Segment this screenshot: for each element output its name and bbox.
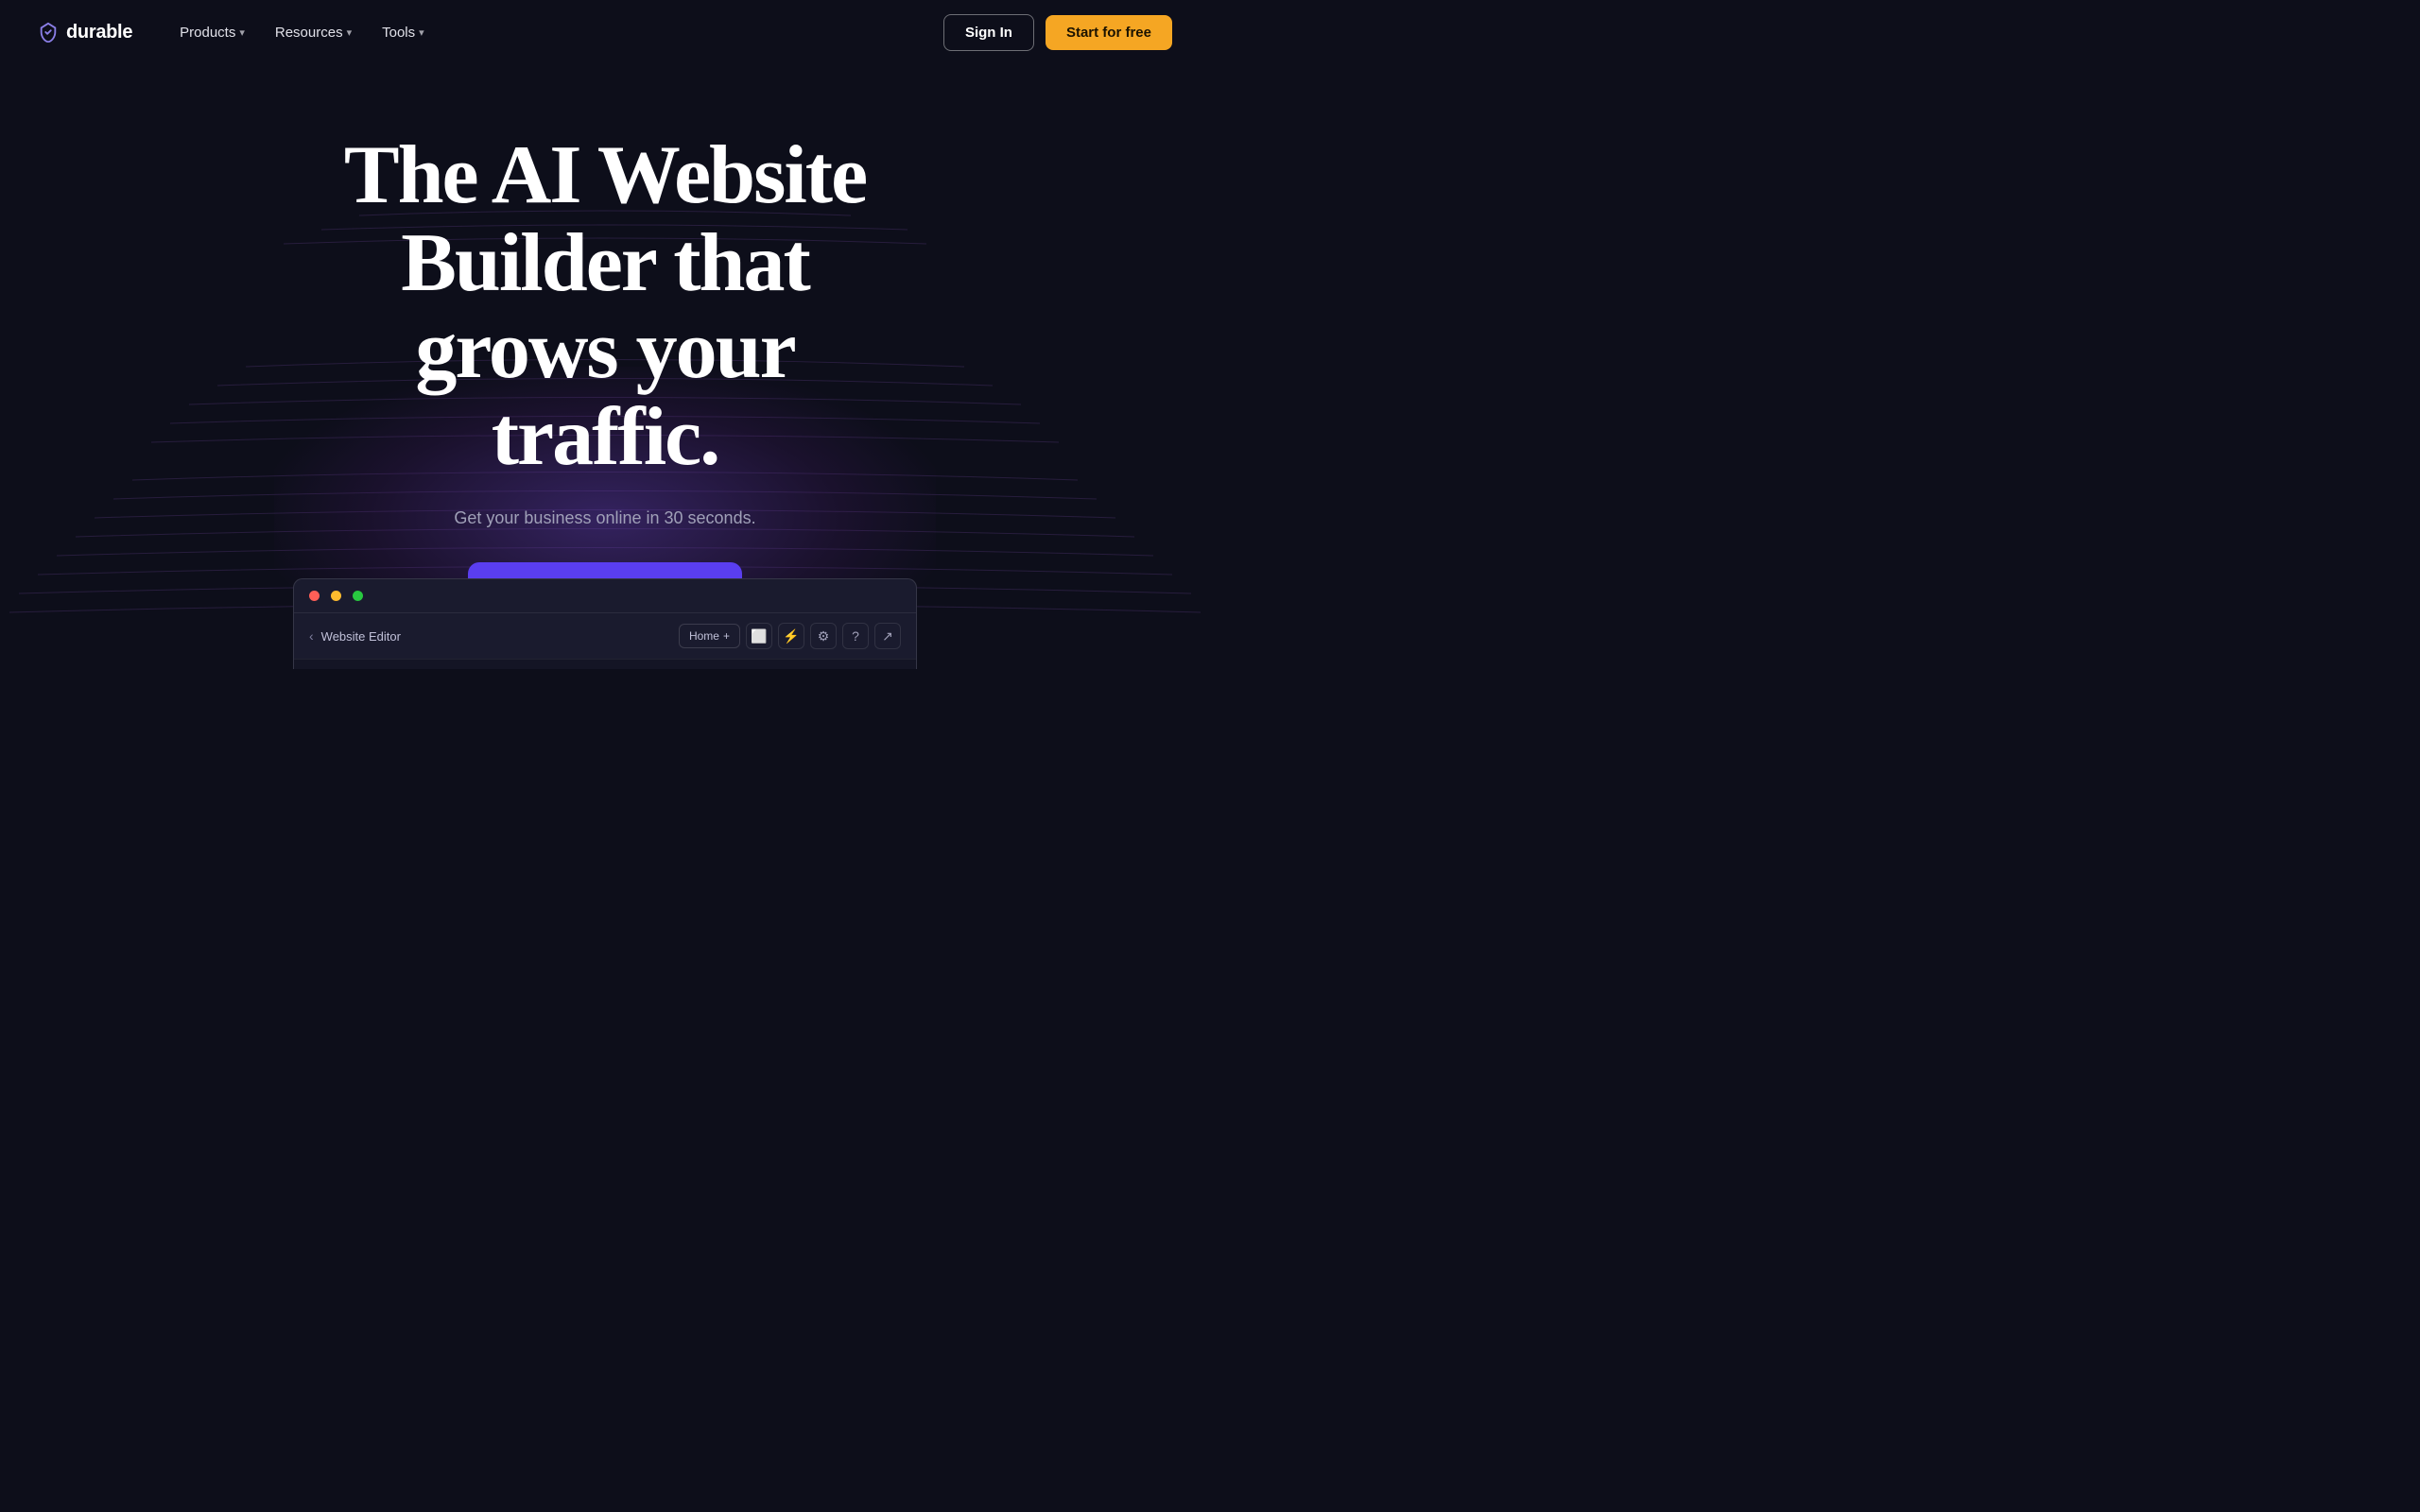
hero-title: The AI Website Builder that grows your t… bbox=[293, 132, 917, 482]
browser-editor-bar: ‹ Website Editor Home + ⬜ ⚡ ⚙ ? ↗ bbox=[294, 613, 916, 659]
products-chevron-icon: ▾ bbox=[239, 26, 245, 39]
start-free-button[interactable]: Start for free bbox=[1046, 15, 1172, 50]
hero-section: The AI Website Builder that grows your t… bbox=[0, 64, 1210, 669]
editor-desktop-icon[interactable]: ⬜ bbox=[746, 623, 772, 649]
logo-icon bbox=[38, 22, 59, 43]
editor-back-icon[interactable]: ‹ bbox=[309, 628, 314, 644]
contact-us-button[interactable]: Contact Us bbox=[809, 669, 897, 670]
hero-content: The AI Website Builder that grows your t… bbox=[293, 132, 917, 620]
browser-maximize-dot bbox=[353, 591, 363, 601]
editor-tab-plus-icon[interactable]: + bbox=[723, 629, 730, 643]
nav-products[interactable]: Products ▾ bbox=[166, 17, 258, 48]
social-icons: Contact Us bbox=[724, 669, 897, 670]
nav-tools[interactable]: Tools ▾ bbox=[369, 17, 438, 48]
editor-title: Website Editor bbox=[321, 629, 401, 644]
logo-text: durable bbox=[66, 22, 132, 43]
browser-minimize-dot bbox=[331, 591, 341, 601]
browser-close-dot bbox=[309, 591, 320, 601]
hero-subtitle: Get your business online in 30 seconds. bbox=[293, 508, 917, 528]
nav-right: Sign In Start for free bbox=[943, 14, 1172, 51]
nav-resources[interactable]: Resources ▾ bbox=[262, 17, 365, 48]
editor-right: Home + ⬜ ⚡ ⚙ ? ↗ bbox=[679, 623, 901, 649]
nav-left: durable Products ▾ Resources ▾ Tools ▾ bbox=[38, 17, 438, 48]
editor-external-icon[interactable]: ↗ bbox=[874, 623, 901, 649]
navbar: durable Products ▾ Resources ▾ Tools ▾ S… bbox=[0, 0, 1210, 64]
resources-chevron-icon: ▾ bbox=[347, 26, 353, 39]
browser-content: Contact Us bbox=[294, 659, 916, 669]
editor-left: ‹ Website Editor bbox=[309, 628, 401, 644]
tools-chevron-icon: ▾ bbox=[419, 26, 424, 39]
editor-lightning-icon[interactable]: ⚡ bbox=[778, 623, 804, 649]
editor-help-icon[interactable]: ? bbox=[842, 623, 869, 649]
nav-links: Products ▾ Resources ▾ Tools ▾ bbox=[166, 17, 438, 48]
editor-settings-icon[interactable]: ⚙ bbox=[810, 623, 837, 649]
sign-in-button[interactable]: Sign In bbox=[943, 14, 1034, 51]
browser-topbar bbox=[294, 579, 916, 613]
browser-mockup: ‹ Website Editor Home + ⬜ ⚡ ⚙ ? ↗ bbox=[293, 578, 917, 669]
logo[interactable]: durable bbox=[38, 22, 132, 43]
editor-home-tab[interactable]: Home + bbox=[679, 624, 740, 648]
